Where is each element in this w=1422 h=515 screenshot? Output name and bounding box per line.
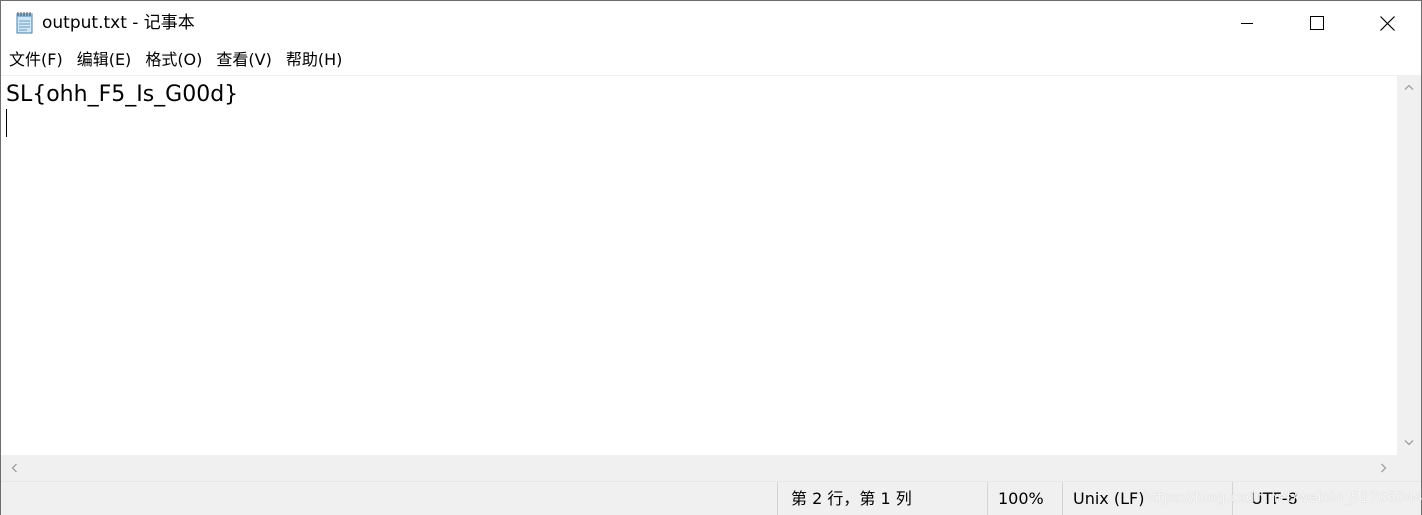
close-button[interactable] [1352,1,1422,45]
status-zoom: 100% [987,482,1062,515]
status-bar: 第 2 行，第 1 列 100% Unix (LF) UTF-8 https:/… [1,481,1422,515]
window-title: output.txt - 记事本 [42,13,195,33]
notepad-icon [16,12,33,34]
menu-format[interactable]: 格式(O) [138,45,209,75]
close-icon [1379,15,1395,31]
menu-help[interactable]: 帮助(H) [279,45,350,75]
horizontal-scrollbar[interactable] [1,455,1397,481]
menu-view[interactable]: 查看(V) [209,45,278,75]
minimize-icon [1241,23,1253,24]
watermark-text: https://blog.csdn.net/weixin_51706044 [1143,490,1422,506]
minimize-button[interactable] [1212,1,1282,45]
scroll-down-button[interactable] [1397,431,1421,455]
scroll-left-button[interactable] [1,455,27,481]
maximize-icon [1310,16,1324,30]
chevron-down-icon [1404,440,1414,446]
menu-file[interactable]: 文件(F) [1,45,70,75]
maximize-button[interactable] [1282,1,1352,45]
chevron-left-icon [11,463,17,473]
vertical-scrollbar[interactable] [1397,75,1421,455]
chevron-right-icon [1381,463,1387,473]
editor-content[interactable]: SL{ohh_F5_Is_G00d} [6,80,238,110]
text-caret [6,109,7,137]
status-cursor-position: 第 2 行，第 1 列 [777,482,987,515]
menu-edit[interactable]: 编辑(E) [70,45,139,75]
text-editor[interactable]: SL{ohh_F5_Is_G00d} [1,75,1397,456]
title-bar[interactable]: output.txt - 记事本 [1,1,1421,45]
notepad-window: output.txt - 记事本 文件(F) 编辑(E) 格式(O) 查看(V)… [0,0,1422,515]
scroll-up-button[interactable] [1397,75,1421,99]
scroll-right-button[interactable] [1371,455,1397,481]
scrollbar-corner [1397,455,1421,481]
menu-bar: 文件(F) 编辑(E) 格式(O) 查看(V) 帮助(H) [1,45,1421,75]
chevron-up-icon [1404,84,1414,90]
